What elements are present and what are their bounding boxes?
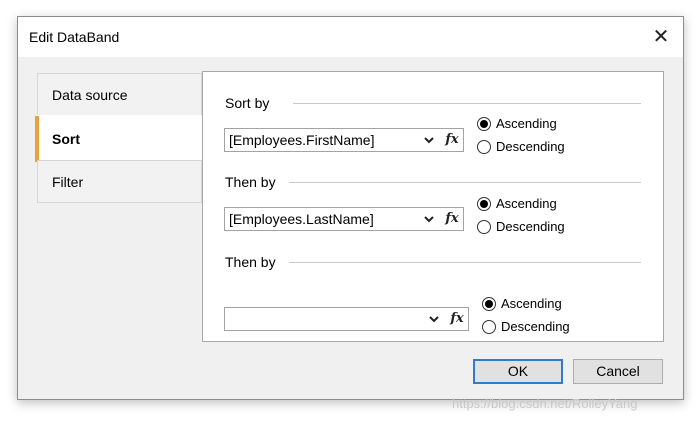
radio-label: Descending (501, 319, 570, 334)
selected-field: [Employees.LastName] (229, 211, 374, 227)
radio-unchecked-icon (482, 319, 496, 334)
descending-radio[interactable]: Descending (477, 139, 565, 154)
active-tab-indicator (35, 116, 39, 162)
radio-label: Descending (496, 139, 565, 154)
window-title: Edit DataBand (29, 29, 120, 45)
tab-data-source[interactable]: Data source (37, 73, 202, 116)
expression-fx-icon[interactable]: fx (443, 131, 461, 149)
chevron-down-icon[interactable] (428, 313, 440, 325)
group-label: Sort by (225, 95, 270, 111)
title-bar: Edit DataBand ✕ (18, 17, 683, 57)
group-divider (289, 262, 641, 263)
group-divider (289, 182, 641, 183)
cancel-button[interactable]: Cancel (573, 359, 663, 384)
expression-fx-icon[interactable]: fx (443, 210, 461, 228)
tab-label: Filter (52, 174, 84, 190)
sort-field-select[interactable]: [Employees.LastName] fx (224, 207, 464, 231)
radio-checked-icon (477, 116, 491, 131)
tab-label: Sort (52, 131, 80, 147)
sort-panel: Sort by [Employees.FirstName] fx Ascendi… (202, 71, 664, 342)
expression-fx-icon[interactable]: fx (448, 310, 466, 328)
descending-radio[interactable]: Descending (477, 219, 565, 234)
sort-field-select[interactable]: [Employees.FirstName] fx (224, 128, 464, 152)
radio-checked-icon (477, 196, 491, 211)
ascending-radio[interactable]: Ascending (477, 196, 557, 211)
close-icon[interactable]: ✕ (649, 25, 673, 49)
radio-label: Descending (496, 219, 565, 234)
radio-unchecked-icon (477, 219, 491, 234)
selected-field: [Employees.FirstName] (229, 132, 375, 148)
descending-radio[interactable]: Descending (482, 319, 570, 334)
ascending-radio[interactable]: Ascending (477, 116, 557, 131)
radio-unchecked-icon (477, 139, 491, 154)
chevron-down-icon[interactable] (423, 213, 435, 225)
radio-label: Ascending (501, 296, 562, 311)
group-label: Then by (225, 174, 276, 190)
group-divider (293, 103, 641, 104)
tab-label: Data source (52, 87, 128, 103)
ok-button[interactable]: OK (473, 359, 563, 384)
radio-label: Ascending (496, 116, 557, 131)
ascending-radio[interactable]: Ascending (482, 296, 562, 311)
chevron-down-icon[interactable] (423, 134, 435, 146)
tab-sort[interactable]: Sort (35, 115, 202, 162)
tab-filter[interactable]: Filter (37, 160, 202, 203)
group-label: Then by (225, 254, 276, 270)
sort-field-select[interactable]: fx (224, 307, 469, 331)
watermark-text: https://blog.csdn.net/RolleyYang (452, 396, 638, 411)
radio-checked-icon (482, 296, 496, 311)
radio-label: Ascending (496, 196, 557, 211)
edit-databand-dialog: Edit DataBand ✕ Data source Sort Filter … (17, 16, 684, 400)
